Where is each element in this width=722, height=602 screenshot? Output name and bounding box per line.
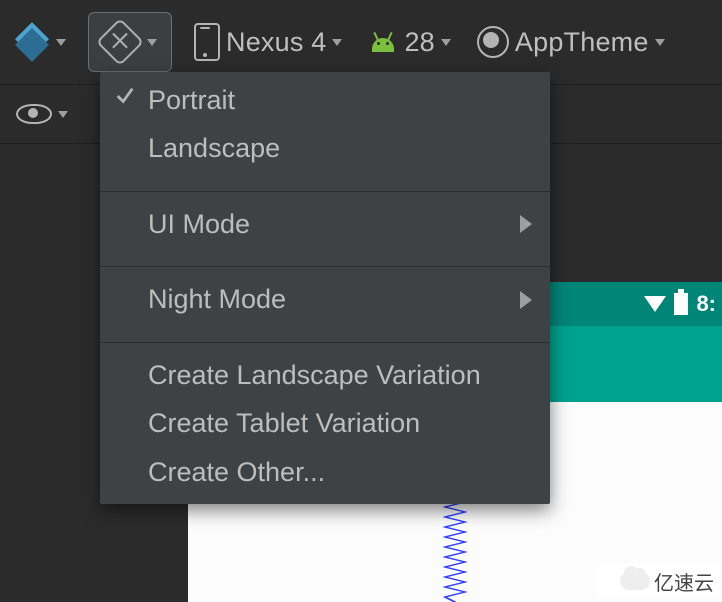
wifi-icon bbox=[644, 296, 666, 312]
battery-icon bbox=[674, 293, 688, 315]
chevron-down-icon bbox=[147, 39, 157, 46]
chevron-down-icon bbox=[58, 111, 68, 118]
menu-item-label: Create Tablet Variation bbox=[148, 408, 420, 438]
chevron-down-icon bbox=[332, 39, 342, 46]
menu-item-create-landscape[interactable]: Create Landscape Variation bbox=[100, 342, 550, 399]
layers-icon bbox=[14, 27, 50, 57]
submenu-arrow-icon bbox=[520, 291, 532, 309]
device-name-label: Nexus 4 bbox=[226, 27, 326, 58]
watermark: 亿速云 bbox=[596, 564, 720, 598]
check-icon bbox=[114, 80, 134, 100]
watermark-text: 亿速云 bbox=[654, 567, 714, 596]
menu-item-label: UI Mode bbox=[148, 209, 250, 239]
layout-editor-root: Nexus 4 28 AppTheme ConstraintLayoutDemo bbox=[0, 0, 722, 602]
menu-item-label: Create Other... bbox=[148, 457, 325, 487]
menu-item-label: Night Mode bbox=[148, 284, 286, 314]
chevron-down-icon bbox=[56, 39, 66, 46]
view-options[interactable] bbox=[12, 85, 72, 143]
theme-selector[interactable]: AppTheme bbox=[473, 13, 669, 71]
menu-item-landscape[interactable]: Landscape bbox=[100, 124, 550, 180]
android-icon bbox=[368, 32, 398, 52]
menu-item-create-tablet[interactable]: Create Tablet Variation bbox=[100, 399, 550, 447]
theme-name-label: AppTheme bbox=[515, 27, 649, 58]
eye-icon bbox=[16, 104, 52, 124]
menu-item-create-other[interactable]: Create Other... bbox=[100, 448, 550, 504]
device-selector[interactable]: Nexus 4 bbox=[190, 13, 346, 71]
design-toolbar: Nexus 4 28 AppTheme bbox=[0, 8, 722, 76]
rotate-icon bbox=[96, 18, 144, 66]
menu-item-ui-mode[interactable]: UI Mode bbox=[100, 191, 550, 256]
menu-item-label: Portrait bbox=[148, 85, 235, 115]
chevron-down-icon bbox=[655, 39, 665, 46]
orientation-menu: Portrait Landscape UI Mode Night Mode Cr… bbox=[100, 72, 550, 504]
surface-selector[interactable] bbox=[10, 13, 70, 71]
menu-item-night-mode[interactable]: Night Mode bbox=[100, 266, 550, 331]
menu-item-portrait[interactable]: Portrait bbox=[100, 72, 550, 124]
menu-item-label: Landscape bbox=[148, 133, 280, 163]
phone-icon bbox=[194, 23, 220, 61]
submenu-arrow-icon bbox=[520, 215, 532, 233]
orientation-selector[interactable] bbox=[88, 12, 172, 72]
cloud-icon bbox=[620, 572, 650, 590]
api-selector[interactable]: 28 bbox=[364, 13, 454, 71]
theme-icon bbox=[477, 26, 509, 58]
api-level-label: 28 bbox=[404, 27, 434, 58]
preview-status-time: 8: bbox=[696, 291, 716, 317]
chevron-down-icon bbox=[441, 39, 451, 46]
menu-item-label: Create Landscape Variation bbox=[148, 360, 481, 390]
